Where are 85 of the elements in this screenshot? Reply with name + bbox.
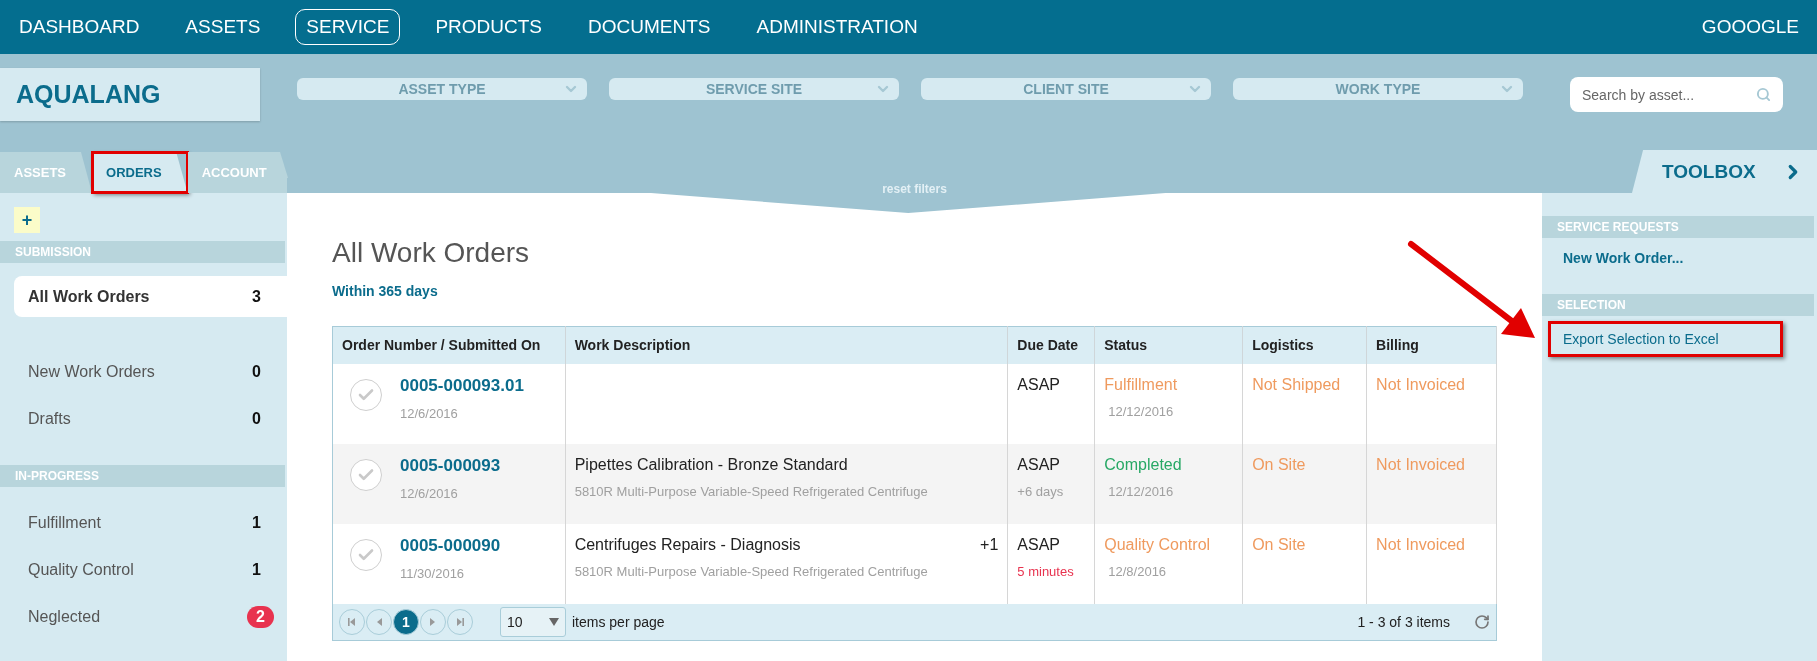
items-summary: 1 - 3 of 3 items: [1357, 613, 1450, 630]
status-text: Quality Control: [1104, 535, 1212, 554]
toolbox-link[interactable]: Export Selection to Excel: [1548, 321, 1783, 357]
billing-status: Not Invoiced: [1376, 375, 1465, 393]
due-note: +6 days: [1017, 483, 1065, 499]
asset-name: 5810R Multi-Purpose Variable-Speed Refrigerated Centrifuge: [574, 483, 929, 499]
due-date: ASAP: [1017, 535, 1061, 554]
billing-status: Not Invoiced: [1376, 535, 1465, 553]
section-heading: IN-PROGRESS: [0, 465, 285, 487]
status-text: Completed: [1104, 455, 1183, 474]
status-date: 12/12/2016: [1107, 403, 1175, 419]
status-date: 12/12/2016: [1107, 483, 1175, 499]
work-description: Centrifuges Repairs - Diagnosis: [574, 535, 801, 554]
item-count: 0: [252, 409, 261, 428]
search-icon: [1756, 87, 1771, 102]
nav-link[interactable]: ADMINISTRATION: [745, 9, 929, 45]
billing-status: Not Invoiced: [1376, 455, 1465, 473]
order-number-link[interactable]: 0005-000093.01: [400, 375, 524, 396]
section-heading: SELECTION: [1542, 294, 1814, 316]
item-count: 0: [252, 362, 261, 381]
column-header: Billing: [1366, 326, 1497, 364]
due-date: ASAP: [1017, 375, 1061, 394]
sidebar-item[interactable]: Quality Control 1: [14, 546, 287, 593]
search-field[interactable]: Search by asset...: [1570, 77, 1783, 112]
skip-icon: [455, 616, 465, 627]
item-count: 2: [247, 605, 274, 628]
submitted-date: 12/6/2016: [400, 405, 459, 421]
sidebar-tab[interactable]: ORDERS: [92, 152, 188, 193]
sidebar-item[interactable]: All Work Orders 3: [14, 276, 287, 317]
status-text: Fulfillment: [1104, 375, 1179, 394]
page-size-label: items per page: [572, 613, 665, 630]
section-heading: SUBMISSION: [0, 241, 285, 263]
item-count: 1: [252, 560, 261, 579]
sidebar-item[interactable]: New Work Orders 0: [14, 348, 287, 395]
column-header: Due Date: [1007, 326, 1095, 364]
nav-link[interactable]: ASSETS: [174, 9, 272, 45]
select-check-icon[interactable]: [350, 458, 382, 491]
submitted-date: 11/30/2016: [400, 565, 466, 581]
toolbox-link[interactable]: New Work Order...: [1563, 250, 1817, 266]
asset-name: 5810R Multi-Purpose Variable-Speed Refrigerated Centrifuge: [574, 563, 929, 579]
item-label: Fulfillment: [28, 513, 101, 532]
logistics-status: Not Shipped: [1252, 375, 1341, 393]
caret-icon: [549, 617, 559, 626]
work-description: Pipettes Calibration - Bronze Standard: [574, 455, 848, 474]
select-check-icon[interactable]: [350, 378, 382, 411]
order-number-link[interactable]: 0005-000090: [400, 535, 501, 556]
logistics-status: On Site: [1252, 535, 1306, 553]
add-button[interactable]: +: [14, 207, 40, 233]
page-title: All Work Orders: [332, 237, 531, 269]
item-label: Quality Control: [28, 560, 134, 579]
section-heading: SERVICE REQUESTS: [1542, 216, 1814, 238]
toolbox-title: TOOLBOX: [1662, 160, 1756, 183]
select-check-icon[interactable]: [350, 538, 382, 571]
due-date: ASAP: [1017, 455, 1061, 474]
item-label: Neglected: [28, 607, 101, 626]
column-header: Logistics: [1242, 326, 1367, 364]
sidebar-item[interactable]: Drafts 0: [14, 395, 287, 442]
refresh-icon[interactable]: [1474, 613, 1490, 630]
page-button[interactable]: 1: [393, 608, 419, 635]
logistics-status: On Site: [1252, 455, 1306, 473]
page-size-select[interactable]: 10: [500, 606, 566, 637]
nav-link[interactable]: DASHBOARD: [8, 9, 151, 45]
column-header: Order Number / Submitted On: [332, 326, 566, 364]
item-count: 3: [252, 287, 261, 306]
sidebar-item[interactable]: Neglected 2: [14, 593, 287, 640]
sidebar-item[interactable]: Fulfillment 1: [14, 499, 287, 546]
column-header: Work Description: [565, 326, 1008, 364]
brand-name: AQUALANG: [0, 68, 260, 121]
skip-icon: [347, 616, 357, 627]
due-note: 5 minutes: [1017, 563, 1075, 579]
item-label: All Work Orders: [28, 287, 150, 306]
user-name[interactable]: GOOOGLE: [1701, 16, 1799, 38]
submitted-date: 12/6/2016: [400, 485, 459, 501]
order-number-link[interactable]: 0005-000093: [400, 455, 501, 476]
date-range-label: Within 365 days: [332, 283, 439, 299]
toolbox-tab[interactable]: TOOLBOX: [1632, 150, 1817, 193]
item-label: New Work Orders: [28, 362, 155, 381]
extra-count: +1: [980, 535, 999, 554]
status-date: 12/8/2016: [1107, 563, 1168, 579]
item-count: 1: [252, 513, 261, 532]
nav-link[interactable]: PRODUCTS: [424, 9, 554, 45]
column-header: Status: [1094, 326, 1243, 364]
nav-link[interactable]: DOCUMENTS: [577, 9, 722, 45]
nav-link[interactable]: SERVICE: [295, 9, 401, 45]
item-label: Drafts: [28, 409, 71, 428]
